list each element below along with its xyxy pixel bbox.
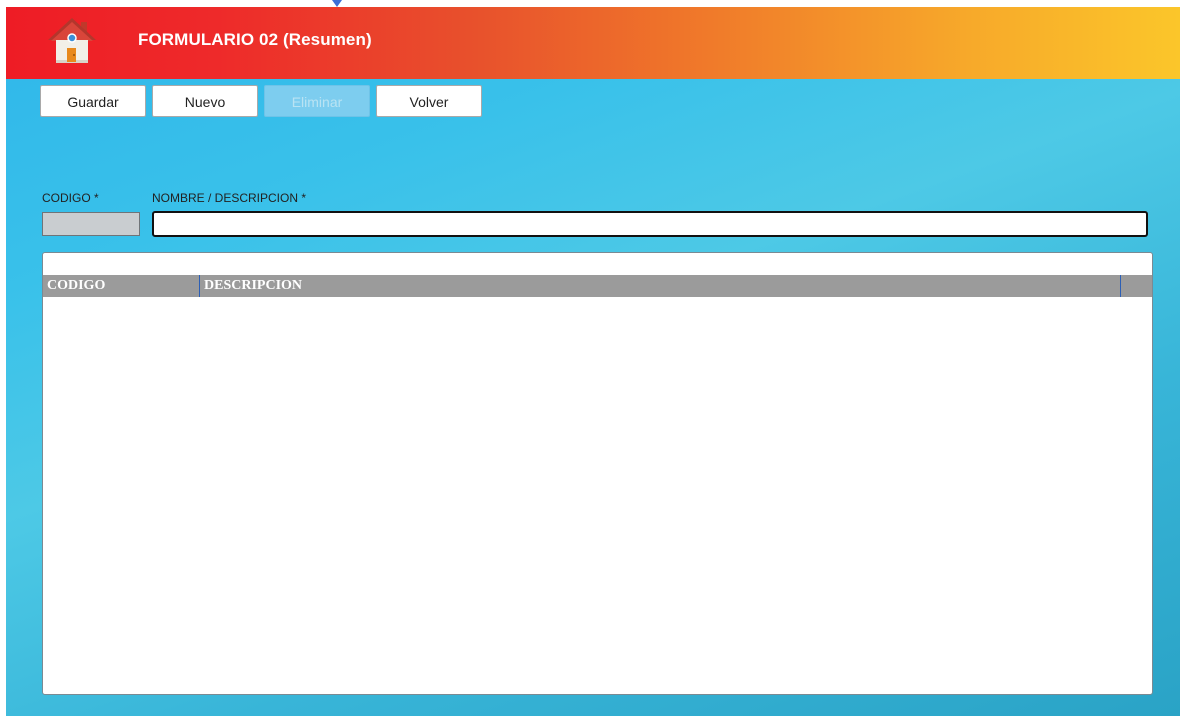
nombre-label: NOMBRE / DESCRIPCION * [152,191,307,205]
grid-body [43,297,1152,694]
app-window: FORMULARIO 02 (Resumen) Guardar Nuevo El… [6,7,1180,716]
column-divider[interactable] [1120,275,1121,297]
nombre-descripcion-field[interactable] [152,211,1148,237]
column-header-descripcion[interactable]: DESCRIPCION [200,275,1120,297]
codigo-field[interactable] [42,212,140,236]
home-icon[interactable] [46,16,98,64]
grid-header: CODIGO DESCRIPCION [43,275,1152,297]
column-header-codigo[interactable]: CODIGO [43,275,199,297]
top-pointer-indicator [332,0,342,7]
data-grid[interactable]: CODIGO DESCRIPCION [42,252,1153,695]
page-header: FORMULARIO 02 (Resumen) [6,7,1180,79]
page-title: FORMULARIO 02 (Resumen) [138,30,372,49]
new-button[interactable]: Nuevo [152,85,258,117]
back-button[interactable]: Volver [376,85,482,117]
delete-button[interactable]: Eliminar [264,85,370,117]
codigo-label: CODIGO * [42,191,99,205]
save-button[interactable]: Guardar [40,85,146,117]
